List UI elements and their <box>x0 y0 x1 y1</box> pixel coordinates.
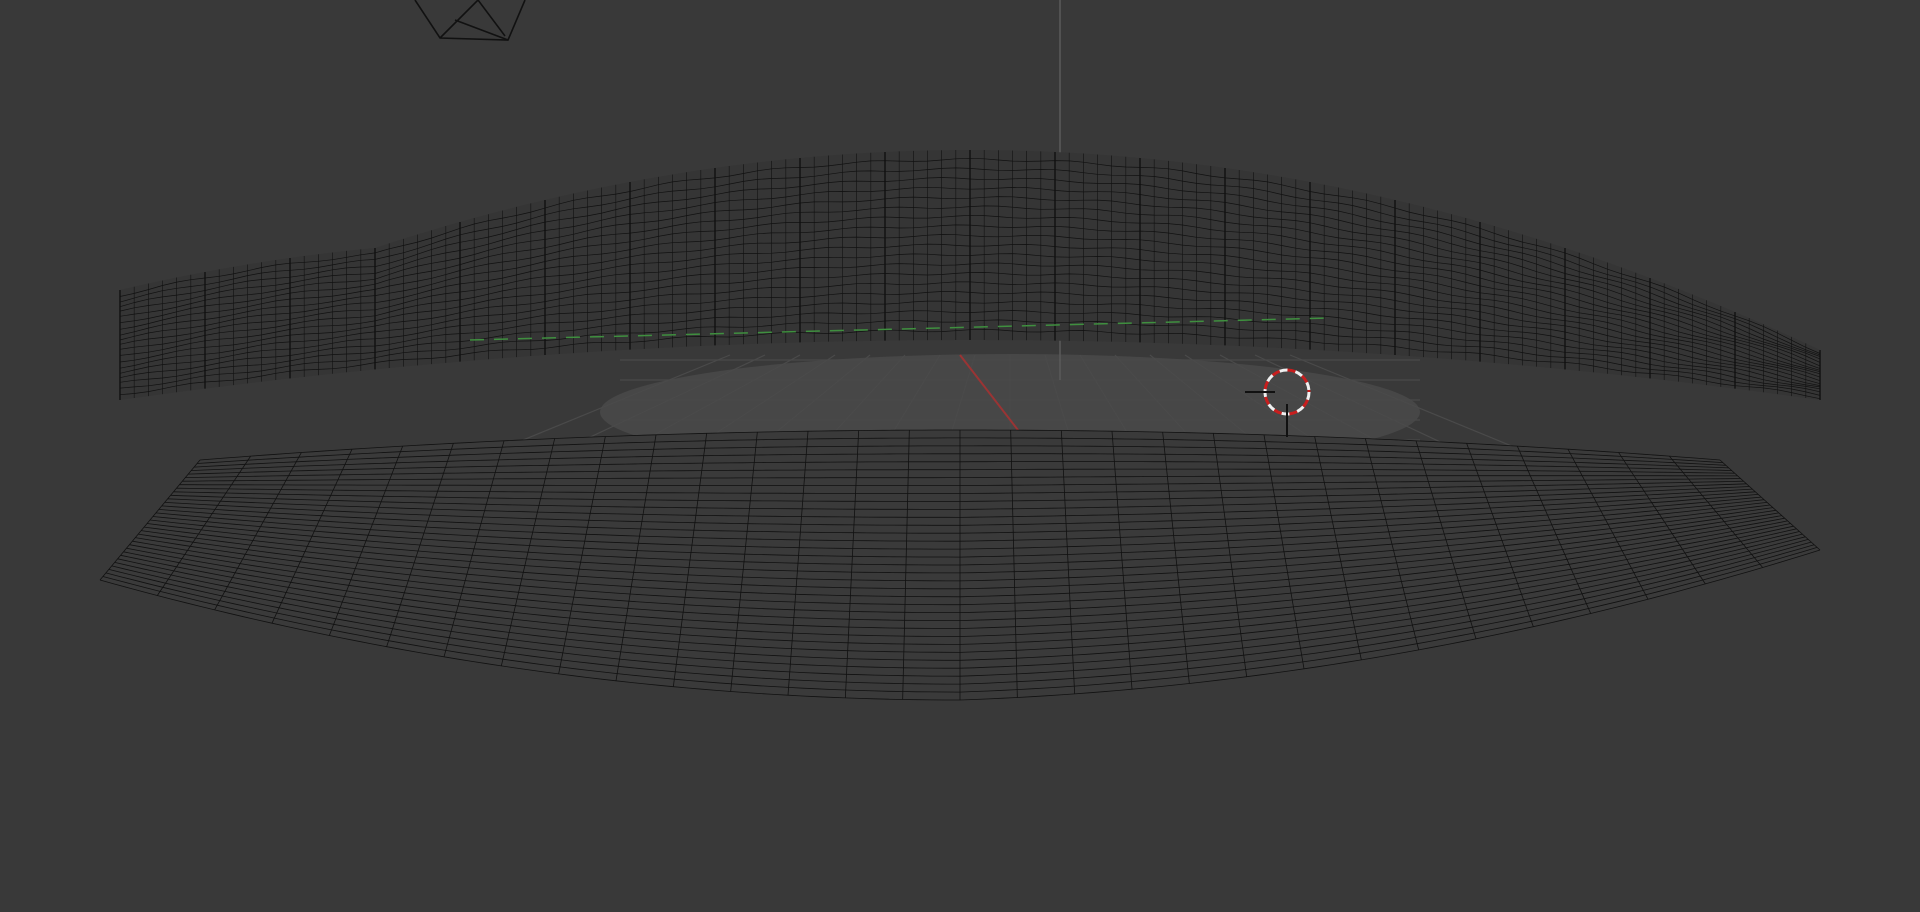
3d-viewport[interactable] <box>0 0 1920 912</box>
viewport-canvas[interactable] <box>0 0 1920 912</box>
